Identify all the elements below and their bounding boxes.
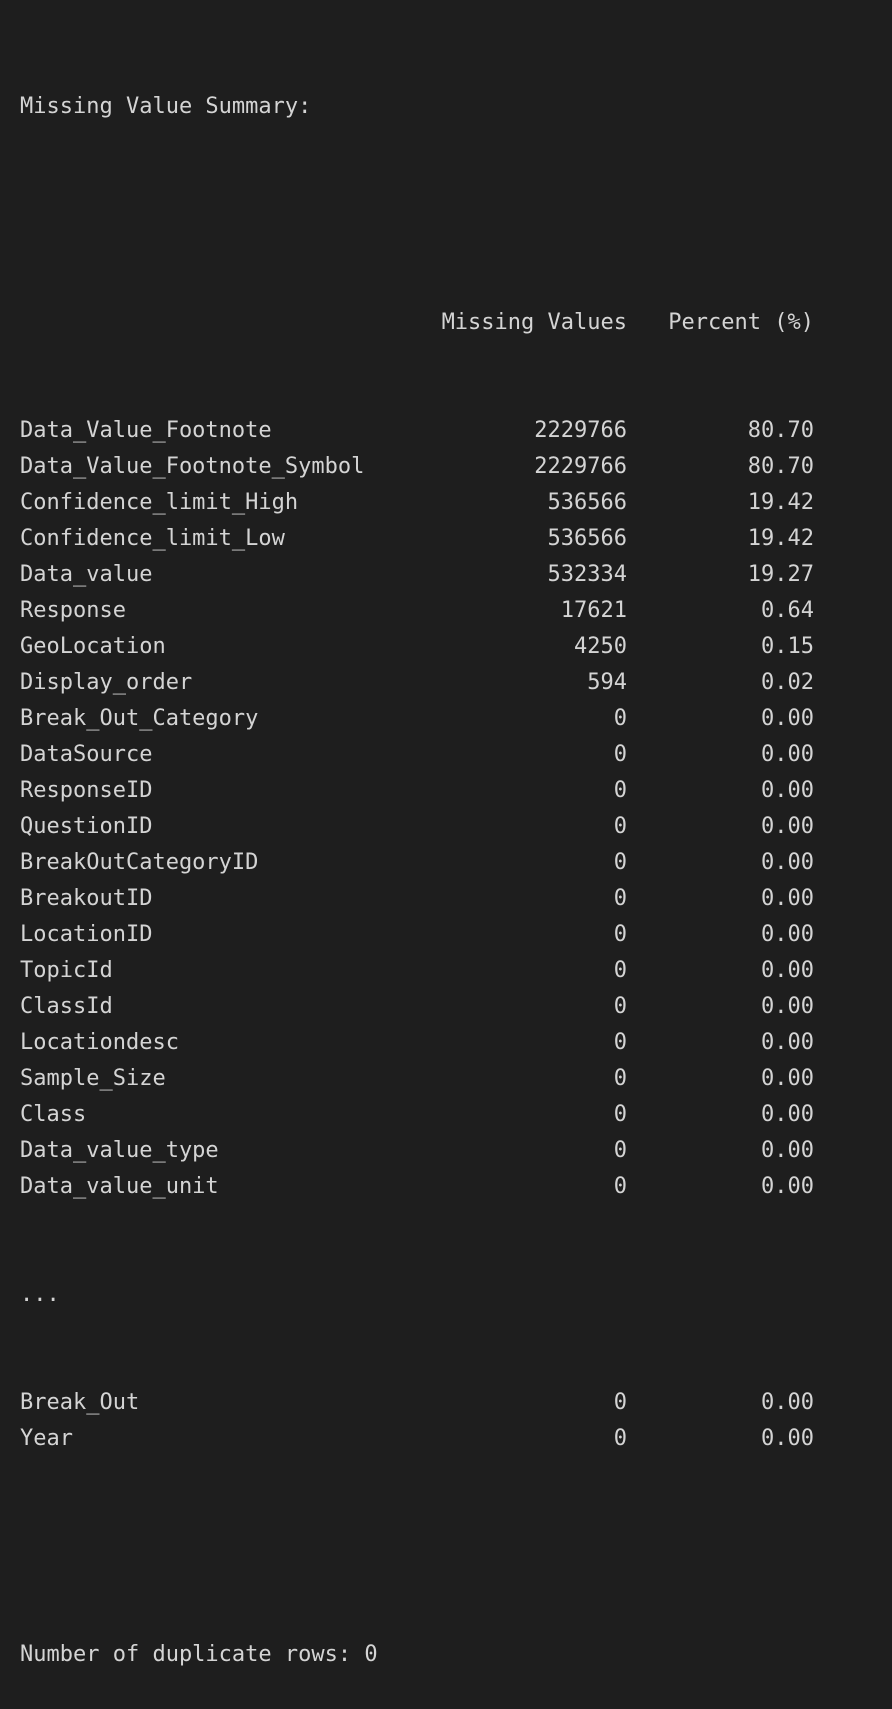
table-body: Data_Value_Footnote 2229766 80.70 Data_Valu… bbox=[20, 413, 880, 1205]
row-missing-percent: 0.00 bbox=[761, 1390, 814, 1415]
table-row: QuestionID 0 0.00 bbox=[20, 809, 880, 845]
row-missing-percent: 0.02 bbox=[761, 670, 814, 695]
table-header: Missing Values Percent (%) bbox=[20, 305, 880, 341]
table-row: Display_order 594 0.02 bbox=[20, 665, 880, 701]
output-console: Missing Value Summary: Missing Values Pe… bbox=[20, 17, 880, 1709]
row-missing-percent: 0.00 bbox=[761, 1030, 814, 1055]
table-row: Confidence_limit_Low 536566 19.42 bbox=[20, 521, 880, 557]
ellipsis-row: ... bbox=[20, 1282, 60, 1307]
row-missing-percent: 0.00 bbox=[761, 958, 814, 983]
table-row: Locationdesc 0 0.00 bbox=[20, 1025, 880, 1061]
table-row: Data_value_type 0 0.00 bbox=[20, 1133, 880, 1169]
header-percent: Percent (%) bbox=[668, 310, 814, 335]
table-row: BreakOutCategoryID 0 0.00 bbox=[20, 845, 880, 881]
row-missing-percent: 0.00 bbox=[761, 706, 814, 731]
table-row: Confidence_limit_High 536566 19.42 bbox=[20, 485, 880, 521]
table-row: Data_value 532334 19.27 bbox=[20, 557, 880, 593]
row-missing-percent: 0.00 bbox=[761, 994, 814, 1019]
row-missing-percent: 0.15 bbox=[761, 634, 814, 659]
row-missing-percent: 19.27 bbox=[747, 562, 814, 587]
row-missing-percent: 19.42 bbox=[747, 526, 814, 551]
row-missing-percent: 0.00 bbox=[761, 1174, 814, 1199]
table-row: Year 0 0.00 bbox=[20, 1421, 880, 1457]
row-missing-percent: 0.00 bbox=[761, 850, 814, 875]
table-row: Sample_Size 0 0.00 bbox=[20, 1061, 880, 1097]
row-missing-percent: 0.00 bbox=[761, 742, 814, 767]
table-row: Data_Value_Footnote 2229766 80.70 bbox=[20, 413, 880, 449]
summary-title: Missing Value Summary: bbox=[20, 94, 312, 119]
row-missing-percent: 0.64 bbox=[761, 598, 814, 623]
table-row: ResponseID 0 0.00 bbox=[20, 773, 880, 809]
row-missing-percent: 0.00 bbox=[761, 1426, 814, 1451]
table-row: Response 17621 0.64 bbox=[20, 593, 880, 629]
row-missing-percent: 0.00 bbox=[761, 778, 814, 803]
row-missing-percent: 19.42 bbox=[747, 490, 814, 515]
row-missing-percent: 80.70 bbox=[747, 418, 814, 443]
row-missing-percent: 0.00 bbox=[761, 1138, 814, 1163]
table-row: Class 0 0.00 bbox=[20, 1097, 880, 1133]
table-row: Data_value_unit 0 0.00 bbox=[20, 1169, 880, 1205]
table-row: BreakoutID 0 0.00 bbox=[20, 881, 880, 917]
row-missing-percent: 0.00 bbox=[761, 886, 814, 911]
table-row: TopicId 0 0.00 bbox=[20, 953, 880, 989]
row-missing-percent: 0.00 bbox=[761, 922, 814, 947]
table-row: Data_Value_Footnote_Symbol 2229766 80.70 bbox=[20, 449, 880, 485]
row-missing-percent: 0.00 bbox=[761, 814, 814, 839]
table-row: GeoLocation 4250 0.15 bbox=[20, 629, 880, 665]
table-row: Break_Out_Category 0 0.00 bbox=[20, 701, 880, 737]
row-missing-percent: 0.00 bbox=[761, 1102, 814, 1127]
table-row: Break_Out 0 0.00 bbox=[20, 1385, 880, 1421]
table-row: LocationID 0 0.00 bbox=[20, 917, 880, 953]
table-row: ClassId 0 0.00 bbox=[20, 989, 880, 1025]
row-missing-percent: 0.00 bbox=[761, 1066, 814, 1091]
table-row: DataSource 0 0.00 bbox=[20, 737, 880, 773]
duplicate-rows-summary: Number of duplicate rows: 0 bbox=[20, 1642, 378, 1667]
table-tail: Break_Out 0 0.00 Year 0 0.00 bbox=[20, 1385, 880, 1457]
row-missing-percent: 80.70 bbox=[747, 454, 814, 479]
